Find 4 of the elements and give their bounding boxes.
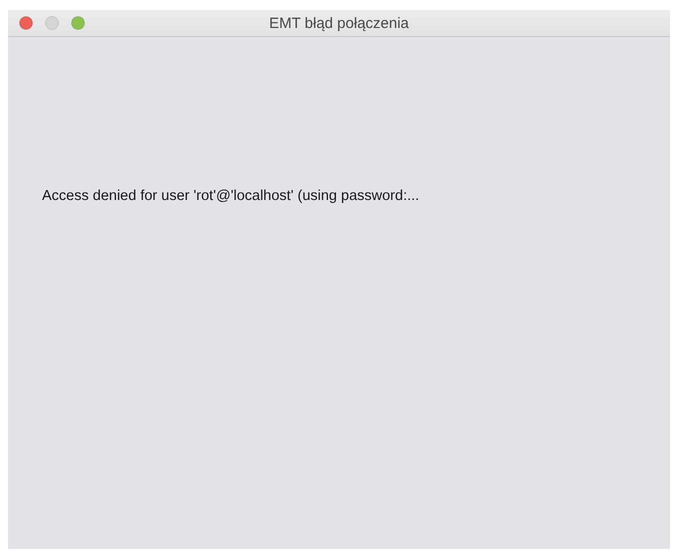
zoom-icon[interactable] xyxy=(71,16,85,30)
error-message: Access denied for user 'rot'@'localhost' (using password:... xyxy=(42,188,420,204)
close-icon[interactable] xyxy=(19,16,33,30)
window-title: EMT błąd połączenia xyxy=(269,14,409,32)
